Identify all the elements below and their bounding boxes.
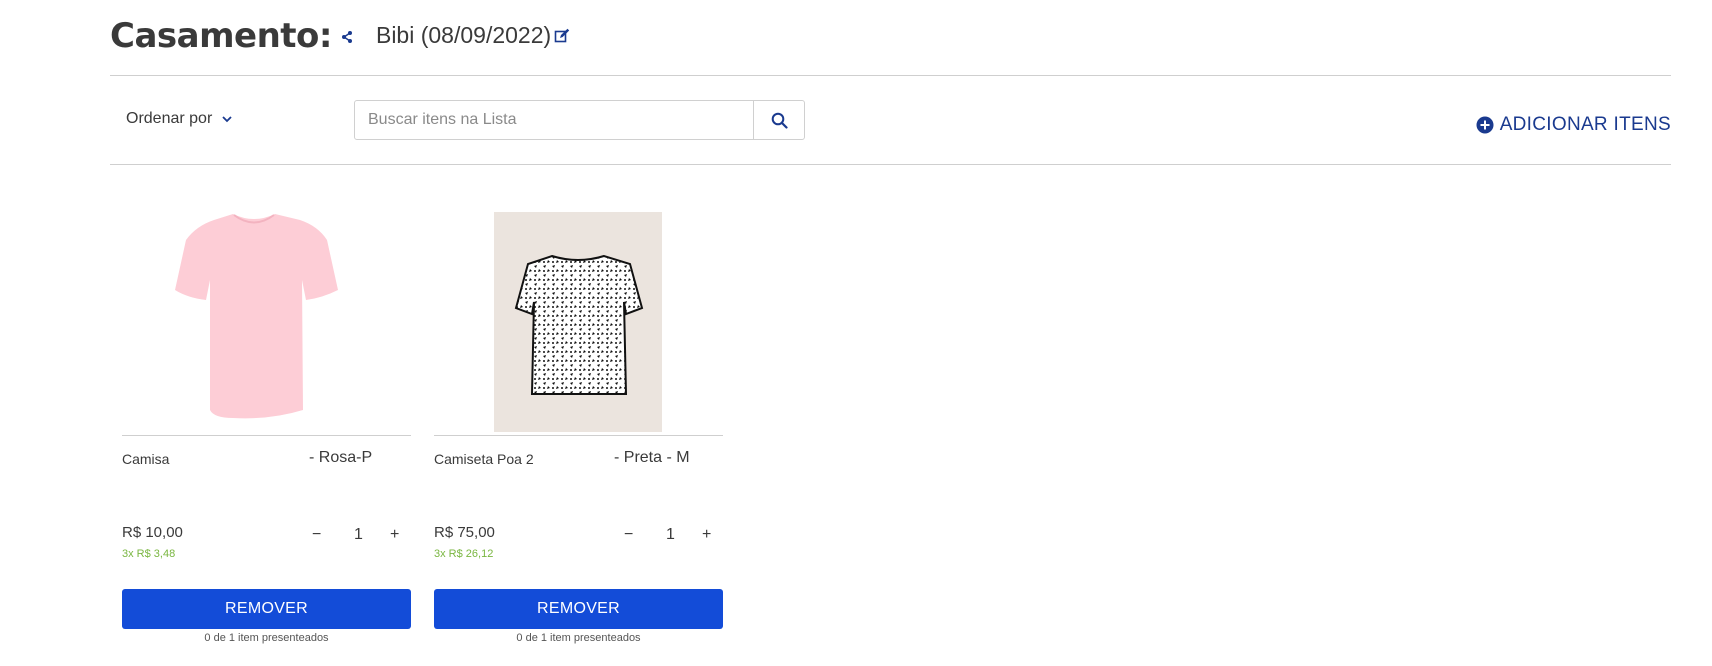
share-icon[interactable] xyxy=(340,30,354,44)
search-icon xyxy=(771,112,788,129)
product-image[interactable] xyxy=(122,210,411,434)
product-variant: - Preta - M xyxy=(614,449,690,466)
quantity-value: 1 xyxy=(354,526,363,543)
chevron-down-icon xyxy=(222,115,232,122)
divider xyxy=(110,164,1671,165)
product-name: Camisa xyxy=(122,451,170,467)
edit-icon[interactable] xyxy=(554,28,570,44)
polka-dot-tshirt-image xyxy=(494,212,662,432)
quantity-decrease-button[interactable]: − xyxy=(312,526,321,544)
quantity-increase-button[interactable]: + xyxy=(702,526,711,544)
search-button[interactable] xyxy=(753,101,804,139)
page-header: Casamento: Bibi (08/09/2022) xyxy=(110,10,570,62)
plus-circle-icon xyxy=(1476,116,1494,134)
installment-price: 3x R$ 3,48 xyxy=(122,548,176,560)
sort-dropdown[interactable]: Ordenar por xyxy=(126,110,232,128)
product-name: Camiseta Poa 2 xyxy=(434,451,534,467)
search-box xyxy=(354,100,805,140)
product-image[interactable] xyxy=(434,210,723,434)
search-input[interactable] xyxy=(355,101,753,139)
quantity-increase-button[interactable]: + xyxy=(390,526,399,544)
remove-button[interactable]: REMOVER xyxy=(434,589,723,629)
remove-button[interactable]: REMOVER xyxy=(122,589,411,629)
product-card: Camiseta Poa 2 - Preta - M R$ 75,00 3x R… xyxy=(434,208,723,648)
add-items-label: ADICIONAR ITENS xyxy=(1499,114,1671,135)
product-card: Camisa - Rosa-P R$ 10,00 3x R$ 3,48 − 1 … xyxy=(122,208,411,648)
gifted-status: 0 de 1 item presenteados xyxy=(516,632,641,644)
divider xyxy=(434,435,723,436)
add-items-button[interactable]: ADICIONAR ITENS xyxy=(1476,114,1671,136)
page-title: Casamento: xyxy=(110,16,332,56)
divider xyxy=(110,75,1671,76)
list-name: Bibi (08/09/2022) xyxy=(375,21,552,48)
product-price: R$ 75,00 xyxy=(434,524,495,541)
quantity-decrease-button[interactable]: − xyxy=(624,526,633,544)
product-price: R$ 10,00 xyxy=(122,524,183,541)
sort-label: Ordenar por xyxy=(126,110,213,127)
toolbar: Ordenar por ADICIONAR ITENS xyxy=(110,90,1671,162)
pink-tshirt-image xyxy=(175,214,338,419)
gifted-status: 0 de 1 item presenteados xyxy=(204,632,329,644)
installment-price: 3x R$ 26,12 xyxy=(434,548,494,560)
product-variant: - Rosa-P xyxy=(309,449,373,466)
divider xyxy=(122,435,411,436)
quantity-value: 1 xyxy=(666,526,675,543)
